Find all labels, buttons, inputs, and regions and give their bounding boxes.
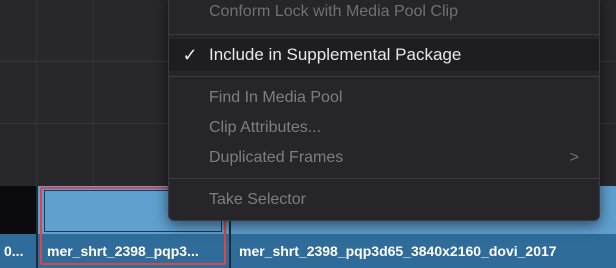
menu-separator bbox=[169, 34, 599, 35]
menu-separator bbox=[169, 76, 599, 77]
clip-name-0[interactable]: 0... bbox=[4, 241, 36, 261]
menu-item-label: Clip Attributes... bbox=[209, 119, 322, 136]
menu-item-label: Include in Supplemental Package bbox=[209, 45, 462, 64]
clip-name-2[interactable]: mer_shrt_2398_pqp3d65_3840x2160_dovi_201… bbox=[239, 241, 616, 261]
menu-item-label: Conform Lock with Media Pool Clip bbox=[209, 3, 458, 20]
clip-thumbnail-black[interactable] bbox=[0, 186, 37, 234]
menu-item-find-in-media-pool[interactable]: Find In Media Pool bbox=[169, 84, 599, 112]
menu-item-clip-attributes[interactable]: Clip Attributes... bbox=[169, 114, 599, 142]
menu-item-label: Take Selector bbox=[209, 191, 306, 208]
menu-item-conform-lock[interactable]: Conform Lock with Media Pool Clip bbox=[169, 0, 599, 26]
chevron-right-icon: > bbox=[569, 149, 579, 166]
menu-item-label: Find In Media Pool bbox=[209, 89, 343, 106]
clip-context-menu: Conform Lock with Media Pool Clip ✓ Incl… bbox=[168, 0, 600, 221]
clip-name-1[interactable]: mer_shrt_2398_pqp3... bbox=[47, 241, 225, 261]
menu-item-label: Duplicated Frames bbox=[209, 149, 344, 166]
grid-line bbox=[93, 0, 94, 186]
timeline-window: 0... mer_shrt_2398_pqp3... mer_shrt_2398… bbox=[0, 0, 616, 268]
menu-item-duplicated-frames[interactable]: Duplicated Frames > bbox=[169, 144, 599, 172]
menu-item-take-selector[interactable]: Take Selector bbox=[169, 186, 599, 214]
menu-separator bbox=[169, 178, 599, 179]
menu-item-include-supplemental[interactable]: ✓ Include in Supplemental Package bbox=[169, 39, 599, 71]
grid-line bbox=[36, 0, 37, 186]
check-icon: ✓ bbox=[182, 45, 198, 65]
clip-divider bbox=[36, 186, 38, 268]
